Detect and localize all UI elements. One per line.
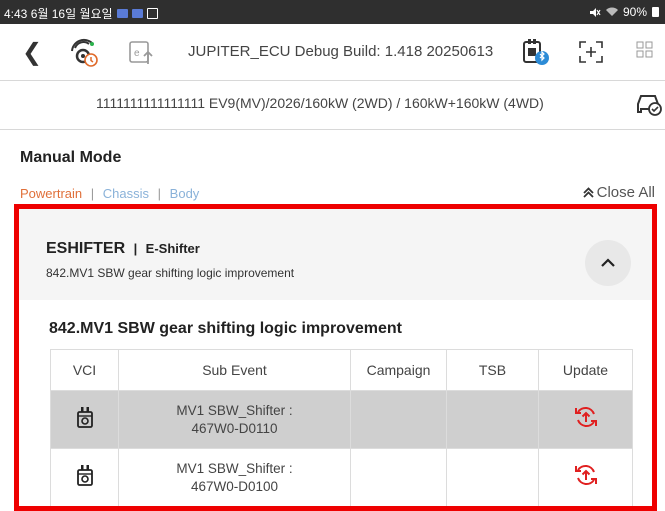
mute-icon [589,7,601,17]
title-divider: | [133,241,138,256]
double-chevron-up-icon [583,187,594,198]
column-header-tsb: TSB [446,349,539,391]
battery-icon [652,7,659,17]
table-row[interactable]: MV1 SBW_Shifter : 467W0-D0110 [50,390,633,449]
card-body: 842.MV1 SBW gear shifting logic improvem… [19,300,652,506]
notification-icon [116,9,128,18]
chevron-up-icon [601,258,615,267]
vci-bluetooth-icon[interactable] [520,38,554,73]
vehicle-info-bar: 1111111111111111 EV9(MV)/2026/160kW (2WD… [0,81,665,130]
campaign-cell [350,448,447,506]
close-all-label: Close All [596,184,655,201]
battery-percent: 90% [622,5,647,19]
ecu-subname: E-Shifter [145,241,200,256]
event-section-title: 842.MV1 SBW gear shifting logic improvem… [49,320,402,337]
campaign-cell [350,390,447,449]
column-header-vci: VCI [50,349,119,391]
sub-event-part-number: 467W0-D0110 [191,420,278,436]
checkbox-notification-icon [146,8,158,19]
sub-event-cell: MV1 SBW_Shifter : 467W0-D0100 [118,448,351,506]
vehicle-check-icon[interactable] [634,90,664,123]
filter-powertrain[interactable]: Powertrain [20,186,82,201]
table-row[interactable]: MV1 SBW_Shifter : 467W0-D0100 [50,448,633,506]
notification-icon [131,9,143,18]
ecu-upload-icon[interactable]: e [126,38,156,73]
vehicle-info-text: 1111111111111111 EV9(MV)/2026/160kW (2WD… [96,95,544,111]
manual-mode-title: Manual Mode [20,149,122,166]
back-button[interactable]: ❮ [22,38,42,67]
sub-event-part-number: 467W0-D0100 [190,478,279,494]
vci-cell [50,448,119,506]
event-table: VCI Sub Event Campaign TSB Update MV1 SB… [50,349,633,506]
column-header-sub-event: Sub Event [118,349,351,391]
card-title: ESHIFTER | E-Shifter [46,240,200,258]
update-cell [538,448,633,506]
sub-event-cell: MV1 SBW_Shifter : 467W0-D0110 [118,390,351,449]
card-header[interactable]: ESHIFTER | E-Shifter 842.MV1 SBW gear sh… [19,209,652,299]
app-title: JUPITER_ECU Debug Build: 1.418 20250613 [188,43,494,60]
update-icon[interactable] [573,405,599,429]
svg-text:e: e [134,48,140,59]
screen-capture-icon[interactable] [578,40,604,69]
filter-separator: | [157,186,162,201]
ecu-name: ESHIFTER [46,240,126,257]
card-description: 842.MV1 SBW gear shifting logic improvem… [46,266,295,280]
column-header-update: Update [538,349,633,391]
close-all-button[interactable]: Close All [583,184,655,201]
update-icon[interactable] [573,463,599,487]
status-bar: 4:43 6월 16일 월요일 90% [0,0,665,24]
sub-event-name: MV1 SBW_Shifter : [176,460,293,476]
wifi-icon [605,7,618,16]
tsb-cell [446,390,539,449]
ecu-settings-icon[interactable] [68,38,102,73]
vci-cell [50,390,119,449]
vci-device-icon [76,407,93,428]
highlighted-event-card: ESHIFTER | E-Shifter 842.MV1 SBW gear sh… [14,204,657,511]
status-time-date: 4:43 6월 16일 월요일 [4,7,113,21]
filter-chassis[interactable]: Chassis [103,186,149,201]
collapse-button[interactable] [585,240,631,286]
grid-menu-icon[interactable] [636,41,654,64]
sub-event-name: MV1 SBW_Shifter : [176,402,293,418]
column-header-campaign: Campaign [350,349,447,391]
category-filter: Powertrain | Chassis | Body [20,186,199,201]
update-cell [538,390,633,449]
vci-device-icon [76,465,93,486]
app-header: ❮ e JUPITER_ECU Debug Build: 1.418 20250… [0,24,665,81]
filter-body[interactable]: Body [170,186,200,201]
filter-separator: | [90,186,95,201]
tsb-cell [446,448,539,506]
table-header-row: VCI Sub Event Campaign TSB Update [50,349,633,391]
